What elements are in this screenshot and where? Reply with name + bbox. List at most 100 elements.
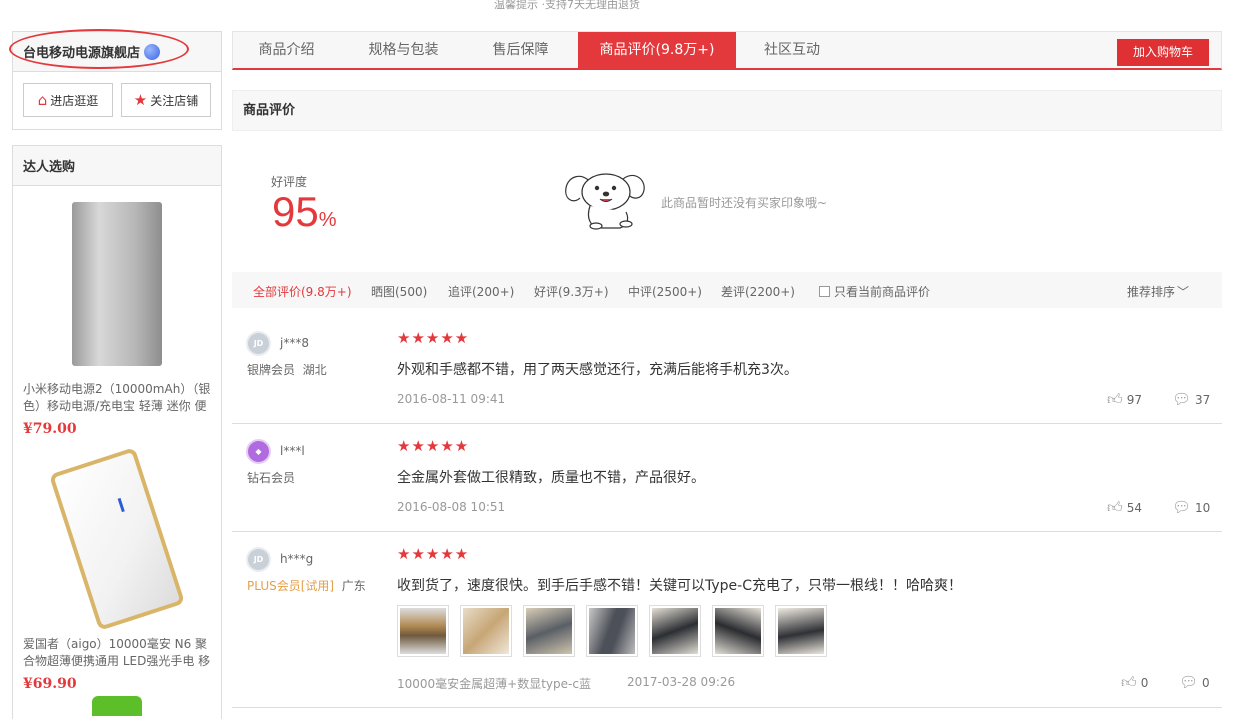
chevron-down-icon: ﹀ — [1177, 285, 1190, 299]
tab-intro[interactable]: 商品介绍 — [233, 32, 340, 69]
star-rating: ★★★★★ — [397, 437, 470, 455]
avatar: JD — [246, 331, 271, 356]
member-level: 银牌会员 湖北 — [247, 361, 327, 378]
thumbs-up-icon: 👍︎ — [1107, 498, 1123, 516]
checkbox-icon[interactable] — [819, 286, 830, 297]
comment-icon: 💬︎ — [1172, 390, 1192, 408]
review-photo[interactable] — [460, 605, 512, 657]
star-rating: ★★★★★ — [397, 329, 470, 347]
home-icon: ⌂ — [37, 90, 48, 109]
sort-dropdown[interactable]: 推荐排序 ﹀ — [1127, 283, 1189, 300]
star-rating: ★★★★★ — [397, 545, 470, 563]
reply-button[interactable]: 💬︎ 37 — [1172, 390, 1210, 408]
like-button[interactable]: 👍︎ 0 — [1121, 673, 1148, 692]
shop-header: 台电移动电源旗舰店 — [9, 29, 221, 72]
comment-icon: 💬︎ — [1179, 673, 1199, 691]
tab-reviews[interactable]: 商品评价(9.8万+) — [578, 32, 736, 69]
section-title: 商品评价 — [232, 90, 1222, 131]
review-photo[interactable] — [712, 605, 764, 657]
product-variant: 10000毫安金属超薄+数显type-c蓝 — [397, 677, 591, 691]
recommend-item[interactable]: 爱国者（aigo）10000毫安 N6 聚合物超薄便携通用 LED强光手电 移动… — [13, 441, 221, 692]
like-count: 97 — [1126, 393, 1142, 407]
product-tabs: 商品介绍 规格与包装 售后保障 商品评价(9.8万+) 社区互动 加入购物车 — [232, 31, 1222, 70]
filter-all[interactable]: 全部评价(9.8万+) — [253, 283, 352, 300]
rating-number: 95 — [272, 188, 319, 235]
product-name[interactable]: 爱国者（aigo）10000毫安 N6 聚合物超薄便携通用 LED强光手电 移动 — [23, 636, 211, 670]
reply-button[interactable]: 💬︎ 10 — [1172, 498, 1210, 516]
shop-name[interactable]: 台电移动电源旗舰店 — [23, 42, 140, 61]
username: h***g — [280, 552, 314, 566]
review-text: 全金属外套做工很精致，质量也不错，产品很好。 — [397, 470, 705, 486]
review-text: 收到货了，速度很快。到手后手感不错！关键可以Type-C充电了，只带一根线！！哈… — [397, 578, 962, 594]
review-photo[interactable] — [649, 605, 701, 657]
visit-shop-button[interactable]: ⌂ 进店逛逛 — [23, 83, 113, 117]
product-image[interactable] — [23, 696, 211, 716]
review-photo[interactable] — [586, 605, 638, 657]
username: l***l — [280, 444, 305, 458]
shop-box: 台电移动电源旗舰店 ⌂ 进店逛逛 ★ 关注店铺 — [9, 29, 222, 130]
filter-neutral[interactable]: 中评(2500+) — [628, 283, 702, 300]
username: j***8 — [280, 336, 309, 350]
recommend-panel: 达人选购 小米移动电源2（10000mAh）（银色）移动电源/充电宝 轻薄 迷你… — [12, 145, 222, 719]
product-name[interactable]: 小米移动电源2（10000mAh）（银色）移动电源/充电宝 轻薄 迷你 便 — [23, 381, 211, 415]
tab-after-sales[interactable]: 售后保障 — [467, 32, 574, 69]
top-hint: 温馨提示 ·支持7天无理由退货 — [494, 0, 640, 11]
filter-positive[interactable]: 好评(9.3万+) — [534, 283, 609, 300]
review-item: ◆ l***l 钻石会员 ★★★★★ 全金属外套做工很精致，质量也不错，产品很好… — [232, 424, 1222, 532]
mascot-dog-icon — [565, 173, 645, 230]
member-level-label: PLUS会员[试用] — [247, 579, 335, 593]
filter-followup[interactable]: 追评(200+) — [448, 283, 514, 300]
review-photo[interactable] — [775, 605, 827, 657]
like-button[interactable]: 👍︎ 97 — [1107, 390, 1142, 409]
follow-shop-label: 关注店铺 — [150, 93, 199, 108]
review-time: 2016-08-11 09:41 — [397, 392, 506, 406]
review-photos — [397, 605, 827, 657]
rating-value: 95% — [272, 186, 337, 246]
follow-shop-button[interactable]: ★ 关注店铺 — [121, 83, 211, 117]
review-time: 2016-08-08 10:51 — [397, 500, 506, 514]
review-time: 2017-03-28 09:26 — [627, 675, 736, 689]
member-level: PLUS会员[试用] 广东 — [247, 577, 366, 594]
reply-count: 10 — [1195, 501, 1211, 515]
member-level: 钻石会员 — [247, 469, 295, 486]
reply-button[interactable]: 💬︎ 0 — [1179, 673, 1210, 691]
comment-icon: 💬︎ — [1172, 498, 1192, 516]
add-to-cart-button[interactable]: 加入购物车 — [1117, 39, 1209, 66]
review-text: 外观和手感都不错，用了两天感觉还行，充满后能将手机充3次。 — [397, 362, 798, 378]
only-current-label: 只看当前商品评价 — [834, 285, 931, 299]
avatar: ◆ — [246, 439, 271, 464]
review-photo[interactable] — [397, 605, 449, 657]
thumbs-up-icon: 👍︎ — [1121, 673, 1137, 691]
reply-count: 0 — [1202, 676, 1210, 690]
region: 广东 — [341, 579, 366, 593]
visit-shop-label: 进店逛逛 — [50, 93, 99, 108]
member-level-label: 钻石会员 — [247, 471, 296, 485]
tab-specs[interactable]: 规格与包装 — [350, 32, 457, 69]
recommend-item[interactable]: 小米移动电源2（10000mAh）（银色）移动电源/充电宝 轻薄 迷你 便 ¥7… — [13, 186, 221, 437]
filter-negative[interactable]: 差评(2200+) — [721, 283, 795, 300]
like-button[interactable]: 👍︎ 54 — [1107, 498, 1142, 517]
like-count: 54 — [1126, 501, 1142, 515]
product-image[interactable] — [23, 441, 211, 636]
only-current-checkbox[interactable]: 只看当前商品评价 — [819, 283, 930, 300]
recommend-item[interactable] — [13, 696, 221, 716]
product-image[interactable] — [23, 186, 211, 381]
review-item: JD h***g PLUS会员[试用] 广东 ★★★★★ 收到货了，速度很快。到… — [232, 532, 1222, 708]
member-level-label: 银牌会员 — [247, 363, 296, 377]
product-price: ¥69.90 — [23, 676, 77, 692]
reply-count: 37 — [1195, 393, 1211, 407]
like-count: 0 — [1140, 676, 1149, 690]
thumbs-up-icon: 👍︎ — [1107, 390, 1123, 408]
review-item: JD j***8 银牌会员 湖北 ★★★★★ 外观和手感都不错，用了两天感觉还行… — [232, 316, 1222, 424]
avatar: JD — [246, 547, 271, 572]
empty-impression-text: 此商品暂时还没有买家印象哦~ — [661, 196, 828, 210]
filter-photos[interactable]: 晒图(500) — [371, 283, 427, 300]
recommend-title: 达人选购 — [13, 146, 221, 186]
region: 湖北 — [302, 363, 327, 377]
sort-label: 推荐排序 — [1127, 285, 1176, 299]
review-photo[interactable] — [523, 605, 575, 657]
tab-community[interactable]: 社区互动 — [736, 32, 848, 69]
rating-unit: % — [318, 209, 337, 231]
product-price: ¥79.00 — [23, 421, 77, 437]
shop-badge-icon — [144, 43, 161, 60]
